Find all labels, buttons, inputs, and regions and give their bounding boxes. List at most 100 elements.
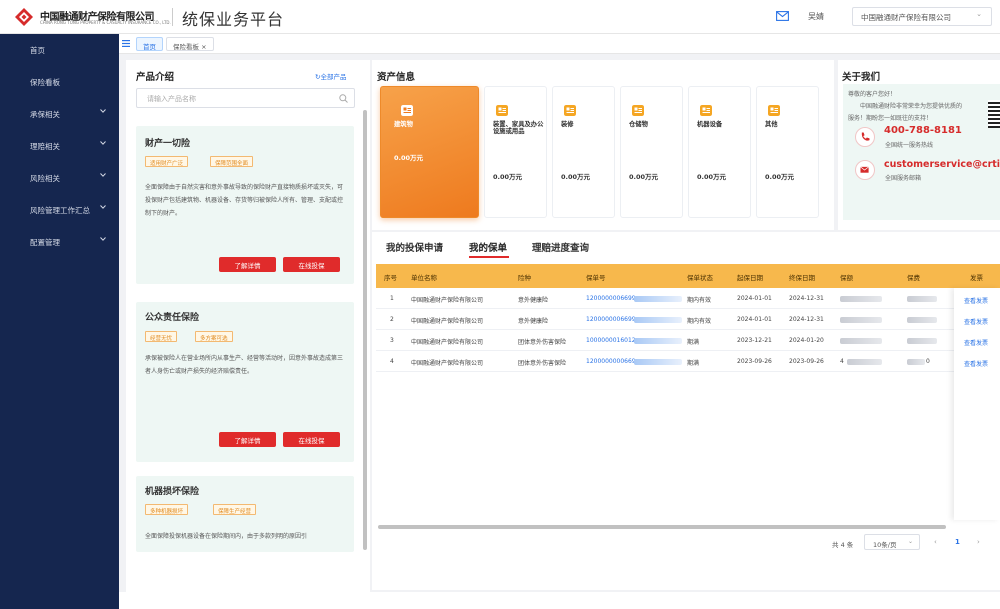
sidebar-item-label: 风险相关 (30, 174, 60, 183)
tab-my-policies[interactable]: 我的保单 (469, 240, 507, 254)
sidebar-item-claims[interactable]: 理赔相关 (0, 134, 119, 158)
product-search-input[interactable]: 请输入产品名称 (136, 88, 355, 108)
masked-amount (840, 296, 882, 302)
product-tag: 保障范围全面 (210, 156, 254, 167)
tab-home[interactable]: 首页 (136, 37, 163, 51)
masked-premium (907, 359, 925, 365)
product-detail-button[interactable]: 了解详情 (219, 432, 276, 447)
qr-code (988, 100, 1000, 128)
asset-card-other[interactable]: 其他 0.00万元 (756, 86, 819, 218)
start-date: 2023-12-21 (737, 337, 772, 344)
sidebar-item-risk[interactable]: 风险相关 (0, 166, 119, 190)
table-horizontal-scrollbar[interactable] (378, 525, 946, 529)
column-header: 保单状态 (687, 274, 713, 282)
insurance-type: 团体意外伤害保险 (518, 360, 567, 367)
asset-value: 0.00万元 (765, 173, 795, 181)
tab-my-applications[interactable]: 我的投保申请 (386, 240, 443, 254)
about-greeting: 尊敬的客户您好！ (848, 91, 897, 98)
view-invoice-link[interactable]: 查看发票 (964, 317, 988, 326)
masked-policy-number (634, 338, 682, 344)
company-select[interactable]: 中国融通财产保险有限公司 ⌄ (852, 7, 992, 26)
end-date: 2024-12-31 (789, 295, 824, 302)
row-index: 4 (390, 358, 394, 365)
view-invoice-link[interactable]: 查看发票 (964, 338, 988, 347)
product-detail-button[interactable]: 了解详情 (219, 257, 276, 272)
sidebar-item-label: 保险看板 (30, 78, 60, 87)
table-row[interactable]: 3 中国融通财产保险有限公司 团体意外伤害保险 1000000016012 期满… (376, 330, 954, 351)
row-index: 2 (390, 316, 394, 323)
user-name[interactable]: 吴婧 (808, 11, 824, 22)
policy-number[interactable]: 1000000016012 (586, 337, 636, 344)
view-invoice-link[interactable]: 查看发票 (964, 296, 988, 305)
sidebar-item-config[interactable]: 配置管理 (0, 230, 119, 254)
sidebar-item-underwriting[interactable]: 承保相关 (0, 102, 119, 126)
asset-card-decoration[interactable]: 装修 0.00万元 (552, 86, 615, 218)
policy-number[interactable]: 1200000006699 (586, 295, 636, 302)
asset-card-inventory[interactable]: 仓储物 0.00万元 (620, 86, 683, 218)
column-header: 单位名称 (411, 274, 437, 282)
column-header: 险种 (518, 274, 531, 282)
asset-name: 装修 (561, 121, 574, 128)
premium-partial: 0 (926, 358, 930, 365)
column-header: 发票 (970, 274, 983, 282)
chevron-down-icon (100, 141, 106, 145)
prev-page-button[interactable]: ‹ (934, 538, 937, 546)
page-size-select[interactable]: 10条/页 ⌄ (864, 534, 920, 550)
document-icon (632, 105, 644, 116)
sidebar-item-risk-summary[interactable]: 风险管理工作汇总 (0, 198, 119, 222)
service-email[interactable]: customerservice@crtic.com (884, 159, 1000, 170)
asset-value: 0.00万元 (394, 154, 424, 162)
about-section-title: 关于我们 (842, 72, 881, 83)
product-card: 公众责任保险 经营无忧 多方案可选 承保被保险人在营业场所内从事生产、经营等活动… (136, 302, 354, 462)
column-header: 保额 (840, 274, 853, 282)
about-text: 中国融通财险非常荣幸为您提供优质的 (860, 103, 963, 110)
end-date: 2024-12-31 (789, 316, 824, 323)
table-row[interactable]: 4 中国融通财产保险有限公司 团体意外伤害保险 1200000000669 期满… (376, 351, 954, 372)
product-card: 机器损坏保险 多种机器损坏 保障生产经营 全面保障投保机器设备在保险期间内，由于… (136, 476, 354, 552)
logo-english-text: CHINA RONG TONG PROPERTY & CASUALTY INSU… (40, 20, 171, 25)
asset-name: 其他 (765, 121, 778, 128)
unit-name: 中国融通财产保险有限公司 (411, 318, 484, 325)
asset-card-machinery[interactable]: 机器设备 0.00万元 (688, 86, 751, 218)
active-tab-indicator (469, 256, 509, 258)
view-invoice-link[interactable]: 查看发票 (964, 359, 988, 368)
sidebar-item-home[interactable]: 首页 (0, 38, 119, 62)
all-products-link[interactable]: ↻全部产品 (315, 71, 346, 81)
asset-name: 仓储物 (629, 121, 648, 128)
masked-premium (907, 338, 937, 344)
current-page[interactable]: 1 (955, 538, 960, 546)
sidebar-item-dashboard[interactable]: 保险看板 (0, 70, 119, 94)
chevron-down-icon (100, 109, 106, 113)
product-scrollbar[interactable] (363, 110, 367, 550)
end-date: 2023-09-26 (789, 358, 824, 365)
email-note: 全国服务邮箱 (885, 175, 922, 182)
asset-card-furniture[interactable]: 装置、家具及办公设施或用品 0.00万元 (484, 86, 547, 218)
table-row[interactable]: 2 中国融通财产保险有限公司 意外健康险 1200000006699 期内有效 … (376, 309, 954, 330)
tab-dashboard[interactable]: 保险看板 × (166, 37, 214, 51)
policy-status: 期满 (687, 339, 700, 346)
menu-icon[interactable] (122, 40, 130, 47)
chevron-down-icon (100, 173, 106, 177)
asset-card-building[interactable]: 建筑物 0.00万元 (380, 86, 479, 218)
table-row[interactable]: 1 中国融通财产保险有限公司 意外健康险 1200000006699 期内有效 … (376, 288, 954, 309)
masked-amount (847, 359, 882, 365)
apply-online-button[interactable]: 在线投保 (283, 257, 340, 272)
document-icon (700, 105, 712, 116)
policy-status: 期满 (687, 360, 700, 367)
mail-icon[interactable] (776, 11, 789, 21)
company-select-value: 中国融通财产保险有限公司 (861, 13, 951, 22)
start-date: 2024-01-01 (737, 316, 772, 323)
sidebar: 首页 保险看板 承保相关 理赔相关 风险相关 风险管理工作汇总 配置管理 (0, 34, 119, 609)
next-page-button[interactable]: › (977, 538, 980, 546)
building-icon (401, 105, 413, 116)
apply-online-button[interactable]: 在线投保 (283, 432, 340, 447)
policy-number[interactable]: 1200000000669 (586, 358, 636, 365)
row-index: 3 (390, 337, 394, 344)
phone-icon (855, 127, 875, 147)
policy-number[interactable]: 1200000006699 (586, 316, 636, 323)
search-icon[interactable] (339, 94, 348, 103)
sidebar-item-label: 承保相关 (30, 110, 60, 119)
chevron-down-icon: ⌄ (976, 10, 982, 18)
tab-bar (119, 34, 1000, 54)
tab-claim-progress[interactable]: 理赔进度查询 (532, 240, 589, 254)
